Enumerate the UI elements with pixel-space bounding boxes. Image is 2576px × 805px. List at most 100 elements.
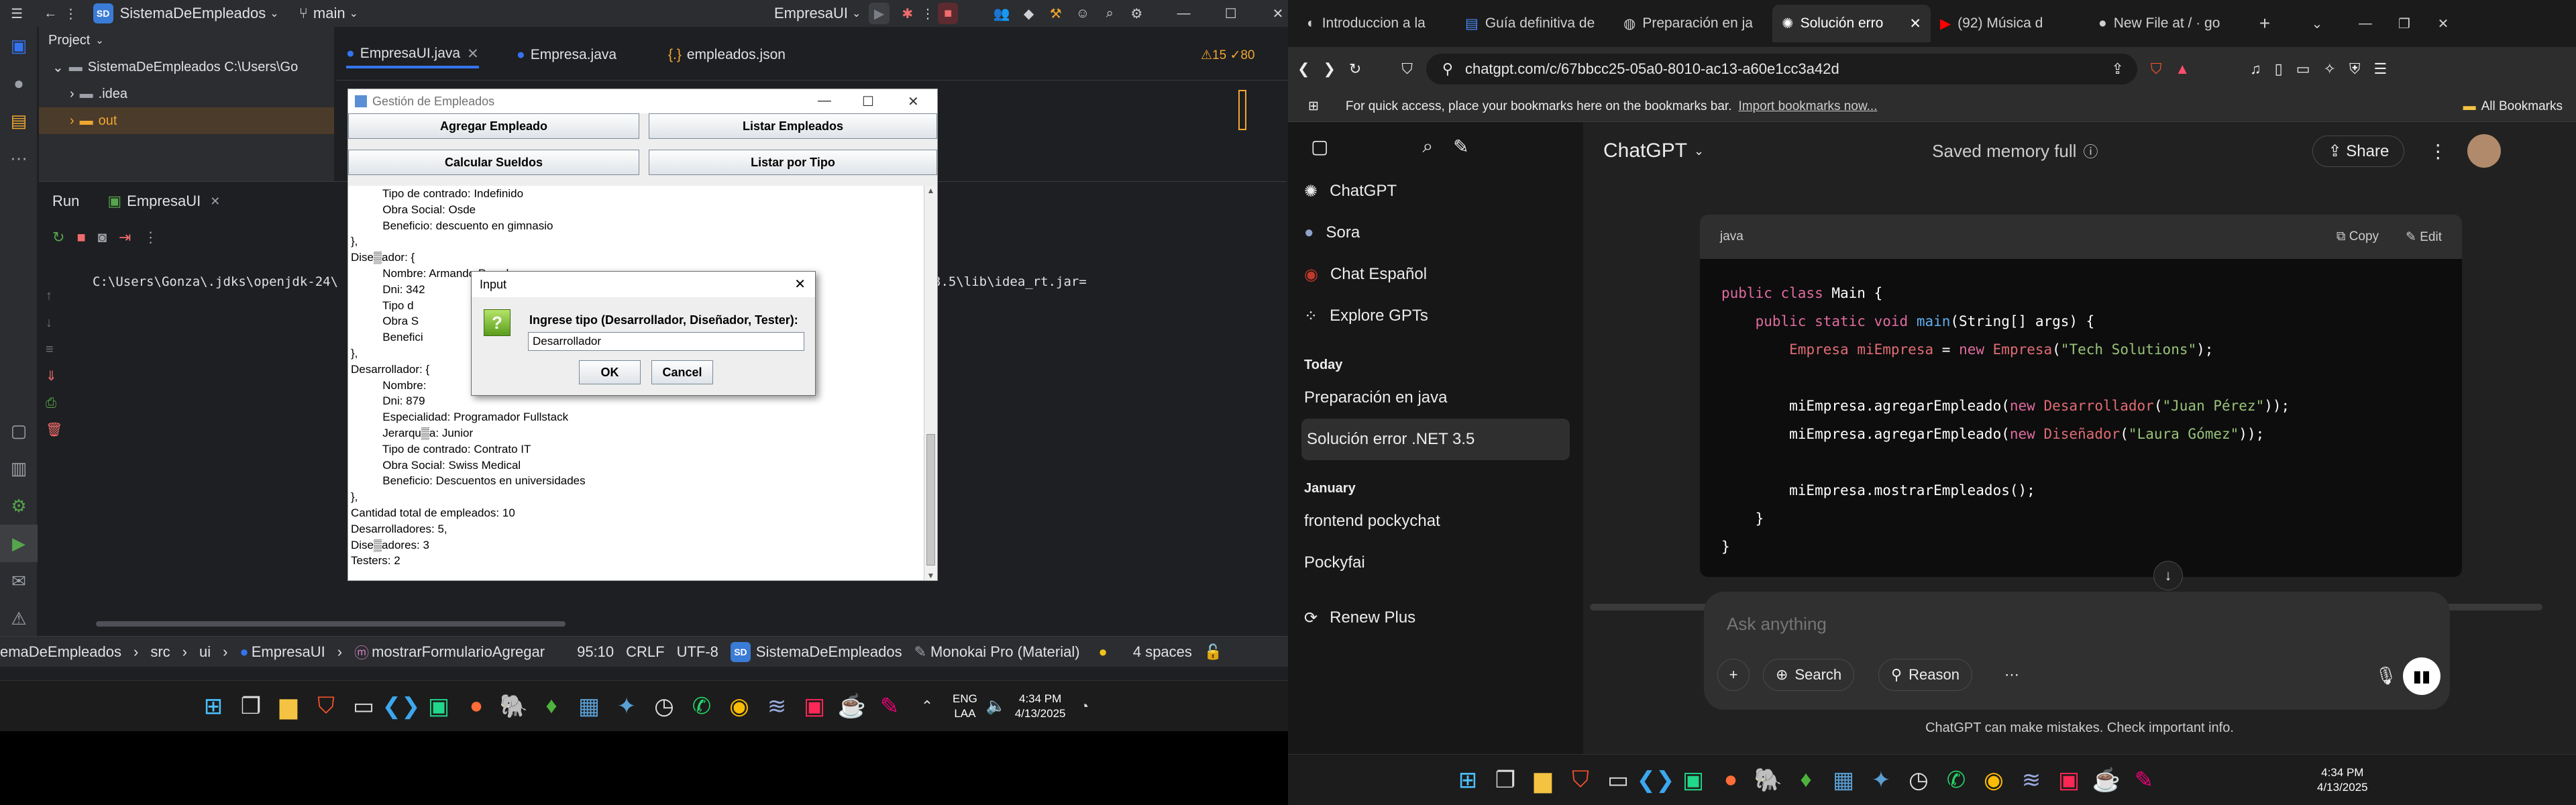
project-panel-header[interactable]: Project ⌄ [39,27,334,54]
windows-start-icon[interactable]: ⊞ [195,688,232,725]
tree-row-root[interactable]: ⌄ ▬ SistemaDeEmpleados C:\Users\Go [39,54,334,80]
run-config-selector[interactable]: EmpresaUI ⌄ [774,5,861,22]
caret-position[interactable]: 95:10 [577,643,614,661]
file-explorer-icon[interactable]: ▆ [270,688,307,725]
breadcrumb-ui[interactable]: ui [199,643,211,661]
breadcrumb-project[interactable]: emaDeEmpleados [0,643,121,661]
reload-icon[interactable]: ↻ [1349,60,1361,78]
vscode-icon[interactable]: ❮❯ [1637,761,1675,799]
wallet-icon[interactable]: ▭ [2296,60,2310,78]
vscode-icon[interactable]: ❮❯ [382,688,421,725]
leo-icon[interactable]: ✧ [2324,60,2336,78]
exit-icon[interactable]: ⇥ [119,229,131,246]
chat-item[interactable]: frontend pockychat [1288,500,1583,542]
renew-plus-button[interactable]: ⟳ Renew Plus [1288,597,1583,639]
maximize-icon[interactable]: ☐ [1221,3,1241,24]
sidebar-item-chatgpt[interactable]: ✺ ChatGPT [1288,170,1583,212]
structure-icon[interactable]: ▤ [0,102,38,140]
line-separator[interactable]: CRLF [626,643,664,661]
breadcrumb-class[interactable]: EmpresaUI [252,643,325,661]
clock[interactable]: 4:34 PM 4/13/2025 [2317,765,2368,795]
maximize-icon[interactable]: ☐ [862,93,874,110]
task-view-icon[interactable]: ❐ [232,688,270,725]
close-icon[interactable]: ✕ [1268,3,1288,24]
postman-icon[interactable]: ● [458,688,495,725]
sidebar-item-explore-gpts[interactable]: ⁘ Explore GPTs [1288,295,1583,337]
mongodb-icon[interactable]: ♦ [1787,761,1825,799]
chat-item[interactable]: Preparación en java [1288,377,1583,419]
tab-empresa[interactable]: ● Empresa.java [517,42,616,68]
sidebar-item-chat-espanol[interactable]: ◉ Chat Español [1288,254,1583,295]
terminal-icon[interactable]: ▭ [345,688,382,725]
search-button[interactable]: ⊕ Search [1763,659,1855,691]
sidebar-toggle-icon[interactable]: ▢ [1311,136,1328,158]
close-icon[interactable]: ✕ [908,93,919,110]
copilot-icon[interactable]: ☺ [1073,3,1093,24]
file-encoding[interactable]: UTF-8 [677,643,718,661]
intellij-icon[interactable]: ▣ [2050,761,2088,799]
browser-tab-3[interactable]: ✺ Solución erro ✕ [1772,5,1931,42]
stop-icon[interactable]: ■ [938,3,959,24]
site-info-icon[interactable]: ⚲ [1442,60,1453,78]
main-menu-icon[interactable]: ☰ [7,3,27,24]
pycharm-icon[interactable]: ▣ [1674,761,1712,799]
share-icon[interactable]: ⇪ [2111,60,2123,78]
ok-button[interactable]: OK [579,360,641,384]
ai-assistant-icon[interactable]: ◆ [1018,3,1038,24]
terminal-icon[interactable]: ▢ [0,412,38,449]
terminal-icon[interactable]: ▭ [1599,761,1637,799]
chat-item[interactable]: Pockyfai [1288,542,1583,584]
database-icon[interactable]: ▥ [0,449,38,487]
minimize-icon[interactable]: — [2355,13,2376,34]
minimize-icon[interactable]: — [1173,3,1193,24]
sidebar-icon[interactable]: ▯ [2275,60,2283,78]
copy-button[interactable]: ⧉ Copy [2337,229,2379,245]
close-icon[interactable]: ✕ [794,276,806,292]
stop-icon[interactable]: ■ [76,229,85,246]
settings-icon[interactable]: ⚙ [1126,3,1146,24]
browser-tab-5[interactable]: ● New File at / · go [2089,5,2247,42]
pycharm-icon[interactable]: ▣ [420,688,458,725]
voice-mode-button[interactable]: ▮▮ [2403,657,2440,695]
minimize-icon[interactable]: — [818,93,831,109]
github-icon[interactable]: ● [0,64,38,102]
attach-button[interactable]: + [1717,659,1750,691]
browser-tab-1[interactable]: ▤ Guía definitiva de [1456,5,1614,42]
menu-icon[interactable]: ☰ [2373,60,2387,78]
vpn-icon[interactable]: ⛨ [2349,60,2361,78]
scroll-down-icon[interactable]: ▼ [924,571,937,580]
brave-rewards-icon[interactable]: ▲ [2175,60,2190,78]
paint-icon[interactable]: ✎ [871,688,908,725]
mysql-workbench-icon[interactable]: ▦ [1825,761,1862,799]
horizontal-scrollbar[interactable] [96,621,566,627]
project-tool-icon[interactable]: ▣ [0,27,38,64]
status-theme[interactable]: Monokai Pro (Material) [930,643,1080,661]
apps-grid-icon[interactable]: ⊞ [1308,99,1319,114]
app-icon[interactable]: ≋ [758,688,796,725]
tab-search-icon[interactable]: ⌄ [2306,13,2328,34]
brave-icon[interactable]: ⛉ [307,688,345,725]
java-app-icon[interactable]: ☕ [833,688,871,725]
run-tool-icon[interactable]: ▶ [0,525,38,562]
tab-empresaui[interactable]: ● EmpresaUI.java ✕ [346,42,479,68]
new-tab-icon[interactable]: + [2254,13,2275,34]
problems-icon[interactable]: ⚠ [0,600,38,637]
listar-por-tipo-button[interactable]: Listar por Tipo [649,150,937,175]
clock-app-icon[interactable]: ◷ [1900,761,1937,799]
paint-icon[interactable]: ✎ [2125,761,2163,799]
speaker-icon[interactable]: 🔈 [977,688,1015,725]
vertical-scrollbar[interactable]: ▲ ▼ [924,186,937,580]
postgres-icon[interactable]: 🐘 [1750,761,1787,799]
tree-row-out[interactable]: › ▬ out [39,107,334,134]
windows-start-icon[interactable]: ⊞ [1449,761,1487,799]
tipo-input[interactable] [528,332,804,351]
browser-tab-2[interactable]: ◍ Preparación en ja [1614,5,1772,42]
services-icon[interactable]: ⚙ [0,487,38,525]
whatsapp-icon[interactable]: ✆ [1937,761,1975,799]
info-icon[interactable]: ⓘ [2083,140,2098,162]
tray-chevron-icon[interactable]: ⌃ [908,688,946,725]
notification-icon[interactable]: ◔ [1065,688,1103,725]
reason-button[interactable]: ⚲ Reason [1878,659,1972,691]
mysql-workbench-icon[interactable]: ▦ [570,688,608,725]
status-project[interactable]: SistemaDeEmpleados [756,643,902,661]
